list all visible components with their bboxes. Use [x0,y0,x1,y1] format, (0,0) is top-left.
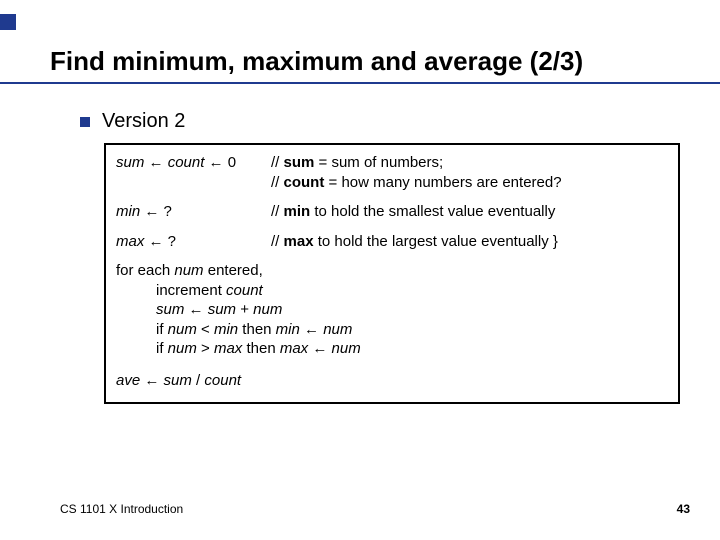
pseudo-left: sum ← count ← 0 [116,153,271,192]
bullet-row: Version 2 [80,110,680,133]
pseudo-row: max ← ? // max to hold the largest value… [116,232,668,252]
loop-block: for each num entered, increment count su… [116,261,668,359]
footer-course: CS 1101 X Introduction [60,502,183,516]
loop-line: sum ← sum + num [116,300,668,320]
pseudocode-box: sum ← count ← 0 // sum = sum of numbers;… [104,143,680,404]
loop-line: increment count [116,281,668,301]
pseudo-right: // min to hold the smallest value eventu… [271,202,668,222]
pseudo-right: // sum = sum of numbers;// count = how m… [271,153,668,192]
pseudo-row: sum ← count ← 0 // sum = sum of numbers;… [116,153,668,192]
bullet-icon [80,117,90,127]
section-heading: Version 2 [102,110,185,133]
loop-line: if num < min then min ← num [116,320,668,340]
footer-page-number: 43 [677,502,690,516]
loop-line: if num > max then max ← num [116,339,668,359]
accent-square-icon [0,14,16,30]
ave-line: ave ← sum / count [116,371,668,391]
loop-header: for each num entered, [116,261,668,281]
pseudo-left: min ← ? [116,202,271,222]
pseudo-right: // max to hold the largest value eventua… [271,232,668,252]
page-title: Find minimum, maximum and average (2/3) [50,46,710,77]
title-underline [0,82,720,84]
content-area: Version 2 sum ← count ← 0 // sum = sum o… [80,110,680,404]
pseudo-left: max ← ? [116,232,271,252]
pseudo-row: min ← ? // min to hold the smallest valu… [116,202,668,222]
